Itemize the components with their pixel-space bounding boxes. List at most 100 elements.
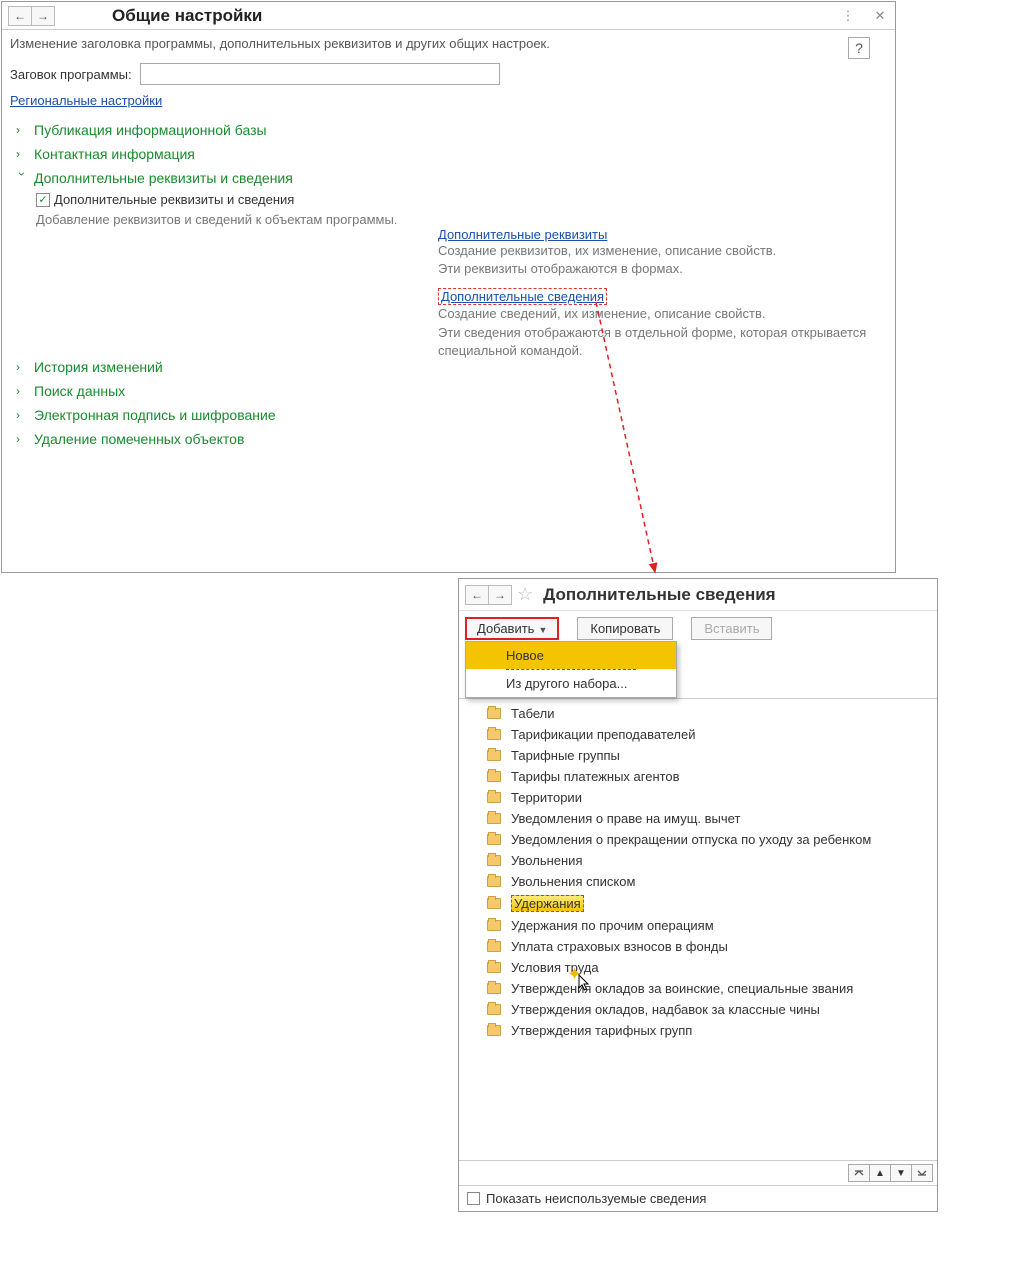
folder-icon: [487, 855, 501, 866]
list-item[interactable]: Уведомления о прекращении отпуска по ухо…: [459, 829, 937, 850]
section-publication[interactable]: › Публикация информационной базы: [16, 118, 887, 142]
list-item-label: Тарификации преподавателей: [511, 727, 696, 742]
list-item-label: Тарифные группы: [511, 748, 620, 763]
folder-icon: [487, 834, 501, 845]
pb-window-title: Дополнительные сведения: [543, 585, 775, 605]
additional-props-link[interactable]: Дополнительные реквизиты: [438, 227, 607, 242]
folder-icon: [487, 898, 501, 909]
scroll-down-button[interactable]: ▼: [890, 1164, 912, 1182]
nav-back-button[interactable]: ←: [465, 585, 489, 605]
dropdown-item-new[interactable]: Новое: [466, 642, 676, 669]
additional-props-checkbox-row[interactable]: ✓ Дополнительные реквизиты и сведения: [36, 192, 887, 207]
nav-forward-button[interactable]: →: [31, 6, 55, 26]
checkbox-checked-icon[interactable]: ✓: [36, 193, 50, 207]
help-button[interactable]: ?: [848, 37, 870, 59]
pb-titlebar: ← → ☆ Дополнительные сведения: [459, 579, 937, 611]
footer-row: Показать неиспользуемые сведения: [459, 1185, 937, 1211]
regional-settings-link[interactable]: Региональные настройки: [2, 89, 895, 112]
folder-icon: [487, 876, 501, 887]
nav-back-button[interactable]: ←: [8, 6, 32, 26]
list-item-label: Увольнения: [511, 853, 582, 868]
dropdown-item-fromset[interactable]: Из другого набора...: [466, 670, 676, 697]
folder-icon: [487, 920, 501, 931]
folder-icon: [487, 1025, 501, 1036]
chevron-right-icon: ›: [16, 384, 28, 398]
close-icon[interactable]: ✕: [871, 7, 889, 25]
list-item-label: Уведомления о прекращении отпуска по ухо…: [511, 832, 871, 847]
more-icon[interactable]: ⋮: [839, 7, 857, 25]
scroll-top-button[interactable]: [848, 1164, 870, 1182]
chevron-down-icon: ▼: [538, 625, 547, 635]
folder-icon: [487, 941, 501, 952]
section-contact-info[interactable]: › Контактная информация: [16, 142, 887, 166]
chevron-right-icon: ›: [16, 408, 28, 422]
list-item[interactable]: Утверждения тарифных групп: [459, 1020, 937, 1041]
list-item[interactable]: Увольнения списком: [459, 871, 937, 892]
section-signature[interactable]: › Электронная подпись и шифрование: [16, 403, 887, 427]
additional-props-desc2: Эти реквизиты отображаются в формах.: [438, 260, 868, 278]
checkbox-label: Дополнительные реквизиты и сведения: [54, 192, 294, 207]
general-settings-window: ← → Общие настройки ⋮ ✕ Изменение заголо…: [1, 1, 896, 573]
list-item[interactable]: Уведомления о праве на имущ. вычет: [459, 808, 937, 829]
folder-icon: [487, 729, 501, 740]
additional-props-desc1: Создание реквизитов, их изменение, описа…: [438, 242, 868, 260]
list-item-label: Территории: [511, 790, 582, 805]
list-item-label: Утверждения тарифных групп: [511, 1023, 692, 1038]
toolbar: Добавить▼ Копировать Вставить: [459, 611, 937, 644]
show-unused-label: Показать неиспользуемые сведения: [486, 1191, 706, 1206]
chevron-right-icon: ›: [16, 432, 28, 446]
folder-icon: [487, 983, 501, 994]
list-item[interactable]: Тарифы платежных агентов: [459, 766, 937, 787]
copy-button[interactable]: Копировать: [577, 617, 673, 640]
list-item-label: Тарифы платежных агентов: [511, 769, 680, 784]
folder-icon: [487, 708, 501, 719]
list-item-label: Утверждения окладов за воинские, специал…: [511, 981, 853, 996]
list-item[interactable]: Тарифные группы: [459, 745, 937, 766]
list-item[interactable]: Табели: [459, 703, 937, 724]
list-item[interactable]: Утверждения окладов, надбавок за классны…: [459, 999, 937, 1020]
list-item-label: Уплата страховых взносов в фонды: [511, 939, 728, 954]
list-item[interactable]: Утверждения окладов за воинские, специал…: [459, 978, 937, 999]
section-additional-props[interactable]: › Дополнительные реквизиты и сведения: [16, 166, 887, 190]
chevron-right-icon: ›: [16, 123, 28, 137]
chevron-right-icon: ›: [16, 360, 28, 374]
window-title: Общие настройки: [112, 6, 262, 26]
list-item[interactable]: Тарификации преподавателей: [459, 724, 937, 745]
scroll-buttons: ▲ ▼: [459, 1160, 937, 1185]
program-title-label: Заговок программы:: [10, 67, 132, 82]
paste-button: Вставить: [691, 617, 772, 640]
folder-icon: [487, 962, 501, 973]
folder-icon: [487, 771, 501, 782]
folder-icon: [487, 750, 501, 761]
additional-info-desc1: Создание сведений, их изменение, описани…: [438, 305, 868, 323]
subtitle-text: Изменение заголовка программы, дополните…: [2, 30, 895, 55]
list-item-label: Удержания: [511, 895, 584, 912]
folder-icon: [487, 1004, 501, 1015]
nav-forward-button[interactable]: →: [488, 585, 512, 605]
additional-info-desc2: Эти сведения отображаются в отдельной фо…: [438, 324, 868, 360]
list-item[interactable]: Удержания: [459, 892, 937, 915]
list-item[interactable]: Условия труда: [459, 957, 937, 978]
add-button[interactable]: Добавить▼: [465, 617, 559, 640]
additional-info-link[interactable]: Дополнительные сведения: [438, 288, 607, 305]
scroll-up-button[interactable]: ▲: [869, 1164, 891, 1182]
list-item[interactable]: Увольнения: [459, 850, 937, 871]
show-unused-checkbox[interactable]: [467, 1192, 480, 1205]
program-title-input[interactable]: [140, 63, 500, 85]
list-item[interactable]: Территории: [459, 787, 937, 808]
list-item-label: Утверждения окладов, надбавок за классны…: [511, 1002, 820, 1017]
section-search[interactable]: › Поиск данных: [16, 379, 887, 403]
folder-list: Табели Тарификации преподавателей Тарифные…: [459, 698, 937, 1160]
favorite-star-icon[interactable]: ☆: [517, 584, 533, 605]
list-item[interactable]: Удержания по прочим операциям: [459, 915, 937, 936]
list-item-label: Удержания по прочим операциям: [511, 918, 714, 933]
additional-info-window: ← → ☆ Дополнительные сведения Добавить▼ …: [458, 578, 938, 1212]
program-title-row: Заговок программы:: [2, 55, 895, 89]
titlebar: ← → Общие настройки ⋮ ✕: [2, 2, 895, 30]
list-item-label: Уведомления о праве на имущ. вычет: [511, 811, 740, 826]
list-item-label: Табели: [511, 706, 555, 721]
right-column: Дополнительные реквизиты Создание реквиз…: [438, 227, 868, 370]
scroll-bottom-button[interactable]: [911, 1164, 933, 1182]
list-item[interactable]: Уплата страховых взносов в фонды: [459, 936, 937, 957]
section-delete-marked[interactable]: › Удаление помеченных объектов: [16, 427, 887, 451]
